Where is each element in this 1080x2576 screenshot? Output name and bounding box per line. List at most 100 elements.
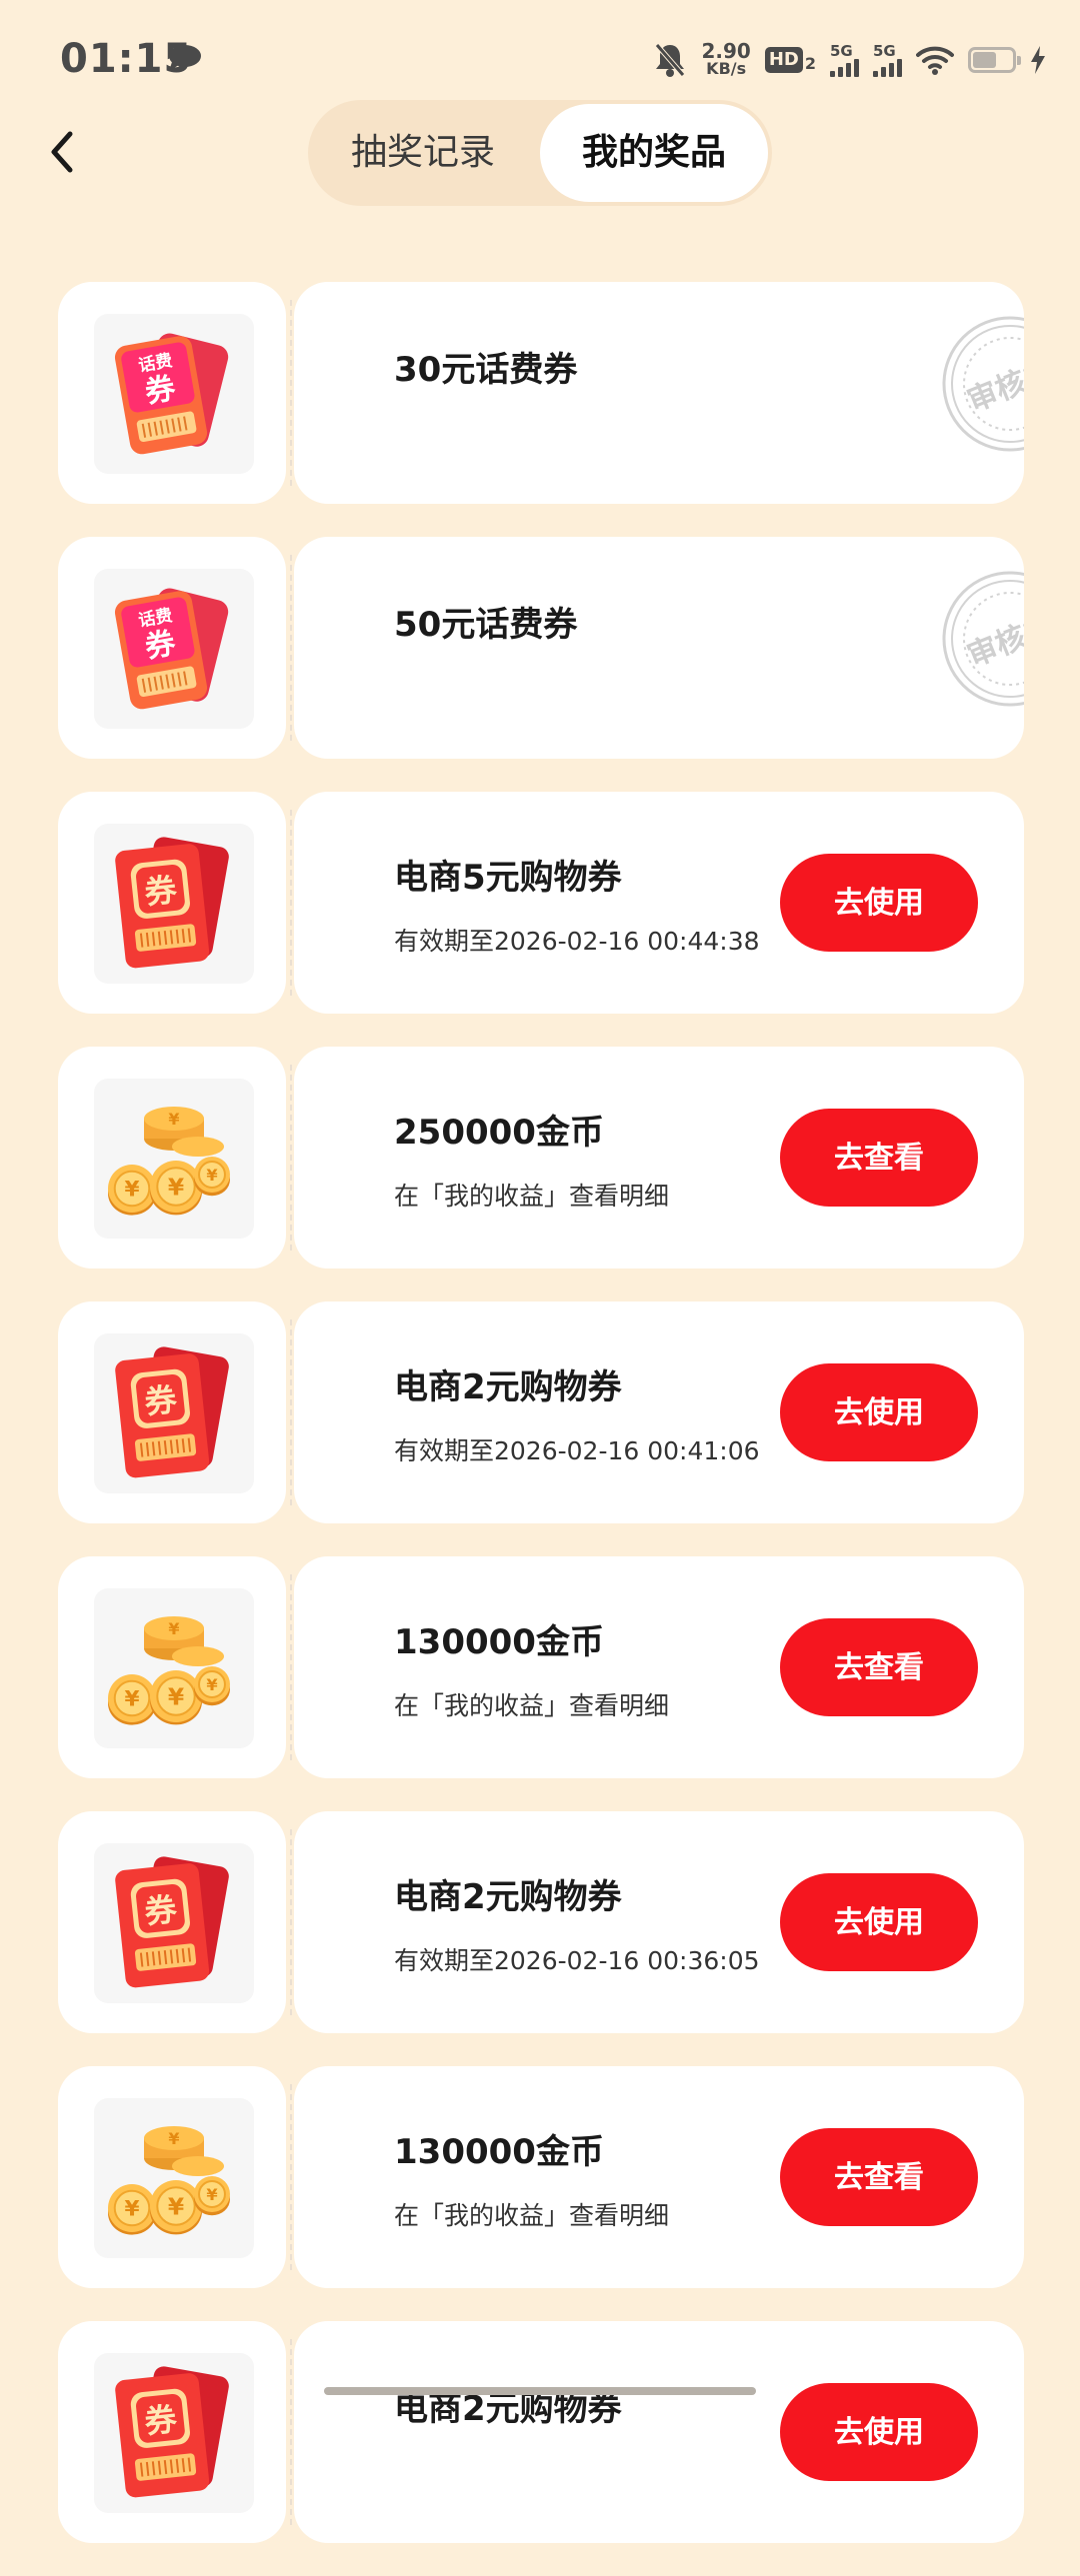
prize-title: 电商2元购物券 — [394, 1367, 622, 1407]
perforation-divider — [290, 2084, 292, 2270]
ticket-notch — [277, 2020, 303, 2046]
view-details-button[interactable]: 去查看 — [780, 1109, 978, 1207]
prize-title: 130000金币 — [394, 1622, 604, 1662]
prize-card-body: 电商2元购物券 有效期至2026-02-16 00:36:05 去使用 — [294, 1811, 1024, 2033]
coin-symbol: ¥ — [124, 1687, 139, 1712]
back-button[interactable] — [36, 124, 92, 180]
sim1-network-label: 5G — [830, 41, 853, 60]
prize-thumbnail: 话费 券 — [94, 314, 254, 474]
shopping-voucher-icon: 券 — [115, 837, 229, 969]
prize-title: 250000金币 — [394, 1113, 604, 1153]
tab-my-prizes[interactable]: 我的奖品 — [540, 104, 768, 202]
battery-level — [973, 52, 996, 68]
stamp-text: 审核中 — [963, 353, 1024, 419]
prize-card-4: ¥ ¥ ¥ ¥ 250000金币 在「我的收益」查看明细 去查看 — [58, 1034, 1024, 1282]
under-review-stamp: 审核中 — [942, 571, 1024, 707]
view-details-button[interactable]: 去查看 — [780, 2128, 978, 2226]
view-details-button[interactable]: 去查看 — [780, 1618, 978, 1716]
prize-card-body: 电商2元购物券 去使用 — [294, 2321, 1024, 2543]
prize-subtitle: 在「我的收益」查看明细 — [394, 1691, 670, 1720]
use-voucher-button[interactable]: 去使用 — [780, 1873, 978, 1971]
prize-card-2: 话费 券 50元话费券 审核中 — [58, 524, 1024, 772]
prize-card-stub: 话费 券 — [58, 282, 286, 504]
coin-symbol: ¥ — [124, 2197, 139, 2222]
phone-voucher-icon: 话费 券 — [114, 333, 229, 455]
network-speed-value: 2.90 — [701, 39, 751, 63]
perforation-divider — [290, 810, 292, 996]
prize-card-stub: 券 — [58, 792, 286, 1014]
prize-card-8: ¥ ¥ ¥ ¥ 130000金币 在「我的收益」查看明细 去查看 — [58, 2053, 1024, 2301]
coin-symbol: ¥ — [206, 2185, 218, 2204]
prize-thumbnail: ¥ ¥ ¥ ¥ — [94, 2098, 254, 2258]
coins-icon: ¥ ¥ ¥ ¥ — [108, 2126, 230, 2235]
hd-sub: 2 — [804, 54, 816, 73]
ticket-notch — [277, 1510, 303, 1536]
use-voucher-button[interactable]: 去使用 — [780, 854, 978, 952]
prize-card-body: 30元话费券 审核中 — [294, 282, 1024, 504]
under-review-stamp: 审核中 — [942, 316, 1024, 452]
prize-thumbnail: 券 — [94, 1333, 254, 1493]
prize-card-5: 券 电商2元购物券 有效期至2026-02-16 00:41:06 去使用 — [58, 1288, 1024, 1536]
prize-card-body: 130000金币 在「我的收益」查看明细 去查看 — [294, 2066, 1024, 2288]
home-indicator[interactable] — [324, 2387, 756, 2395]
ticket-notch — [277, 269, 303, 295]
shopping-voucher-label: 券 — [143, 1380, 180, 1421]
coin-symbol: ¥ — [168, 1110, 179, 1129]
prize-card-stub: 券 — [58, 1301, 286, 1523]
signal-sim2-icon: 5G — [873, 43, 902, 77]
ticket-notch — [277, 746, 303, 772]
shopping-voucher-label: 券 — [143, 871, 180, 912]
ticket-notch — [277, 1034, 303, 1060]
prize-card-stub: 话费 券 — [58, 537, 286, 759]
use-voucher-button[interactable]: 去使用 — [780, 2383, 978, 2481]
prize-subtitle: 有效期至2026-02-16 00:44:38 — [394, 927, 760, 956]
shopping-voucher-label: 券 — [143, 2400, 180, 2441]
prize-card-body: 电商5元购物券 有效期至2026-02-16 00:44:38 去使用 — [294, 792, 1024, 1014]
prize-card-stub: ¥ ¥ ¥ ¥ — [58, 1047, 286, 1269]
perforation-divider — [290, 1829, 292, 2015]
shopping-voucher-icon: 券 — [115, 2366, 229, 2498]
coin-symbol: ¥ — [206, 1675, 218, 1694]
prize-card-3: 券 电商5元购物券 有效期至2026-02-16 00:44:38 去使用 — [58, 779, 1024, 1027]
prize-card-stub: 券 — [58, 2321, 286, 2543]
prize-thumbnail: 券 — [94, 2353, 254, 2513]
network-speed-unit: KB/s — [706, 59, 747, 78]
prize-card-6: ¥ ¥ ¥ ¥ 130000金币 在「我的收益」查看明细 去查看 — [58, 1543, 1024, 1791]
prize-title: 电商5元购物券 — [394, 858, 622, 898]
ticket-notch — [277, 2530, 303, 2556]
ticket-notch — [277, 1543, 303, 1569]
prize-thumbnail: 券 — [94, 1843, 254, 2003]
ticket-notch — [277, 1001, 303, 1027]
ticket-notch — [277, 779, 303, 805]
coin-symbol: ¥ — [168, 2192, 184, 2220]
prize-subtitle: 有效期至2026-02-16 00:41:06 — [394, 1436, 760, 1465]
use-voucher-button[interactable]: 去使用 — [780, 1363, 978, 1461]
charging-icon — [1031, 46, 1045, 74]
ticket-notch — [277, 1288, 303, 1314]
battery-icon — [968, 47, 1021, 73]
coin-symbol: ¥ — [206, 1166, 218, 1185]
ticket-notch — [277, 524, 303, 550]
prize-card-body: 50元话费券 审核中 — [294, 537, 1024, 759]
hd-label: HD — [764, 47, 803, 73]
network-speed: 2.90 KB/s — [701, 39, 751, 78]
prize-subtitle: 在「我的收益」查看明细 — [394, 1182, 670, 1211]
prize-thumbnail: 话费 券 — [94, 569, 254, 729]
prize-thumbnail: 券 — [94, 824, 254, 984]
prize-card-9: 券 电商2元购物券 去使用 — [58, 2308, 1024, 2556]
hd-voice-icon: HD 2 — [764, 47, 816, 73]
perforation-divider — [290, 555, 292, 741]
ticket-notch — [277, 1798, 303, 1824]
mute-bell-icon — [655, 43, 686, 77]
coin-symbol: ¥ — [124, 1178, 139, 1203]
shopping-voucher-label: 券 — [143, 1890, 180, 1931]
perforation-divider — [290, 1319, 292, 1505]
ticket-notch — [277, 1765, 303, 1791]
shopping-voucher-icon: 券 — [115, 1346, 229, 1478]
tab-draw-records[interactable]: 抽奖记录 — [308, 100, 538, 206]
prize-list: 话费 券 30元话费券 审核中 话费 券 50元话费券 审核中 券 电商5元购物… — [58, 269, 1024, 2576]
coin-symbol: ¥ — [168, 1173, 184, 1201]
ticket-notch — [277, 2053, 303, 2079]
perforation-divider — [290, 2339, 292, 2525]
status-icons: 2.90 KB/s HD 2 5G 5G — [653, 36, 1046, 84]
